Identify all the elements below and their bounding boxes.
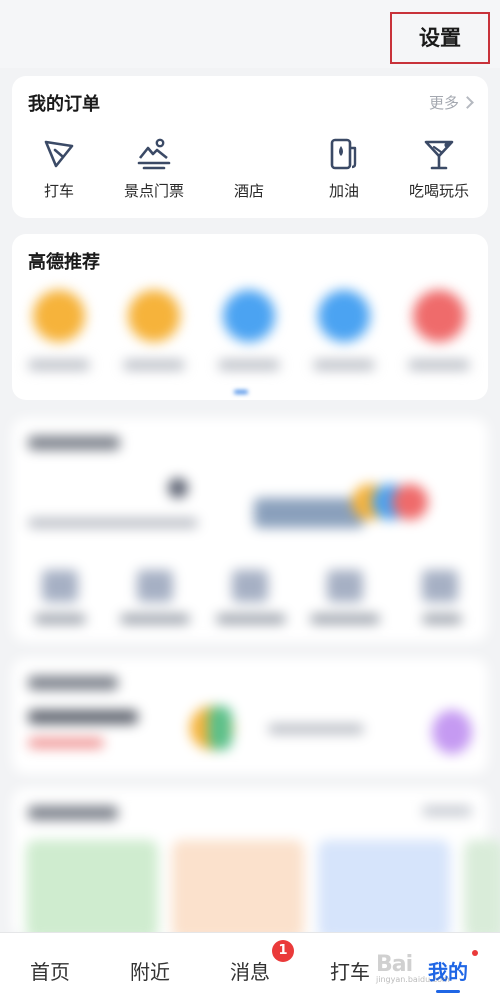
- message-badge: 1: [272, 940, 294, 962]
- mine-red-dot: [472, 950, 478, 956]
- fuel-pump-icon: [330, 138, 357, 170]
- recommend-item[interactable]: [202, 290, 296, 370]
- blurred-section-activities: [12, 658, 488, 774]
- tab-taxi[interactable]: 打车: [330, 956, 370, 985]
- recommend-item[interactable]: [297, 290, 391, 370]
- recommend-title: 高德推荐: [28, 252, 100, 273]
- order-food-fun-label: 吃喝玩乐: [408, 182, 469, 200]
- order-hotel[interactable]: 酒店: [202, 136, 296, 201]
- order-food-fun[interactable]: 吃喝玩乐: [392, 136, 486, 201]
- chevron-right-icon: [461, 96, 474, 109]
- recommend-label-placeholder: [313, 360, 375, 370]
- recommend-circle-icon: [318, 290, 370, 342]
- tab-nearby[interactable]: 附近: [130, 956, 170, 985]
- order-scenic-ticket[interactable]: 景点门票: [107, 136, 201, 201]
- recommend-circle-icon: [128, 290, 180, 342]
- order-hotel-label: 酒店: [233, 182, 264, 200]
- baidu-watermark: Bai jingyan.baidu.com: [376, 952, 450, 984]
- recommend-item[interactable]: [107, 290, 201, 370]
- order-taxi-label: 打车: [43, 182, 74, 200]
- order-fuel-label: 加油: [328, 182, 359, 200]
- active-tab-indicator: [436, 990, 460, 993]
- more-label: 更多: [428, 94, 459, 112]
- taxi-arrow-icon: [44, 140, 74, 168]
- watermark-text: Bai: [376, 952, 413, 977]
- recommend-circle-icon: [223, 290, 275, 342]
- blurred-section-favorites: [12, 418, 488, 642]
- blurred-section-popular: [12, 788, 500, 940]
- recommend-circle-icon: [413, 290, 465, 342]
- recommend-circle-icon: [33, 290, 85, 342]
- recommend-label-placeholder: [28, 360, 90, 370]
- order-taxi[interactable]: 打车: [12, 136, 106, 201]
- recommend-item[interactable]: [392, 290, 486, 370]
- recommend-item[interactable]: [12, 290, 106, 370]
- recommend-label-placeholder: [218, 360, 280, 370]
- tab-home[interactable]: 首页: [30, 956, 70, 985]
- scenic-ticket-icon: [137, 138, 171, 170]
- more-orders-link[interactable]: 更多: [428, 92, 474, 113]
- order-scenic-ticket-label: 景点门票: [123, 182, 184, 200]
- hotel-icon: [202, 136, 296, 172]
- page-indicator: [234, 390, 248, 394]
- order-fuel[interactable]: 加油: [297, 136, 391, 201]
- cocktail-icon: [424, 140, 454, 170]
- recommend-label-placeholder: [408, 360, 470, 370]
- my-orders-card: 我的订单 更多 打车 景点门票 酒店 加油 吃喝玩乐: [12, 76, 488, 218]
- tab-messages[interactable]: 消息: [230, 956, 270, 985]
- profile-screen: 设置 我的订单 更多 打车 景点门票 酒店 加油 吃喝玩乐 高德推荐 首页 附近…: [0, 0, 500, 1002]
- settings-button[interactable]: 设置: [390, 12, 490, 64]
- recommend-label-placeholder: [123, 360, 185, 370]
- recommend-card: 高德推荐: [12, 234, 488, 400]
- top-bar: 设置: [0, 0, 500, 68]
- my-orders-title: 我的订单: [28, 94, 100, 115]
- watermark-sub: jingyan.baidu.com: [376, 975, 450, 984]
